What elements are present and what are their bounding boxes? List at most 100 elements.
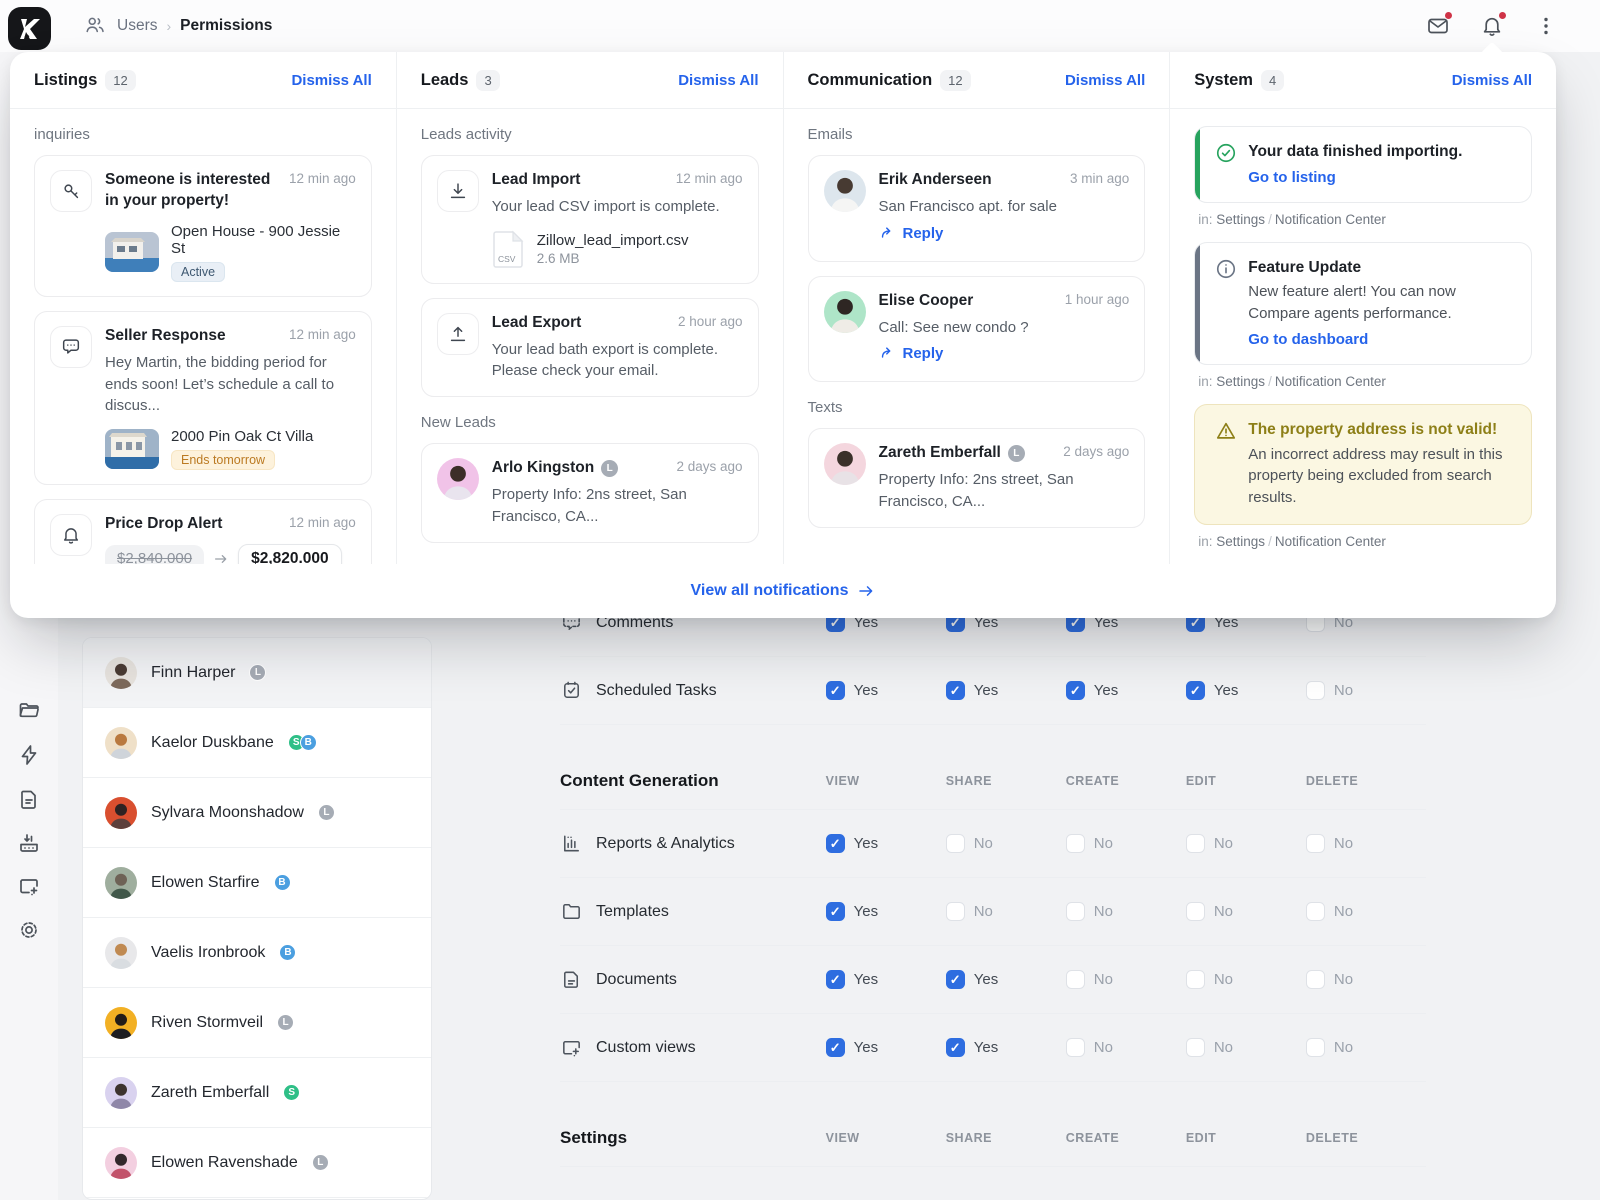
checkbox-view[interactable]	[826, 1038, 845, 1057]
avatar	[105, 1007, 137, 1039]
location-notification-center-link[interactable]: Notification Center	[1275, 534, 1386, 549]
column-title: Listings	[34, 71, 97, 90]
checkbox-edit[interactable]	[1186, 902, 1205, 921]
checkbox-share[interactable]	[946, 834, 965, 853]
go-to-dashboard-link[interactable]: Go to dashboard	[1248, 331, 1368, 348]
location-settings-link[interactable]: Settings	[1216, 374, 1265, 389]
bell-icon[interactable]	[1480, 14, 1504, 38]
notification-card-interest[interactable]: Someone is interested in your property!1…	[34, 155, 372, 297]
checkbox-view[interactable]	[826, 970, 845, 989]
dismiss-all-button[interactable]: Dismiss All	[1452, 72, 1532, 89]
column-title: Communication	[808, 71, 933, 90]
checkbox-label: Yes	[974, 682, 998, 699]
location-notification-center-link[interactable]: Notification Center	[1275, 374, 1386, 389]
import-tray-icon[interactable]	[17, 831, 41, 855]
checkbox-edit[interactable]	[1186, 1038, 1205, 1057]
user-row[interactable]: Vaelis Ironbrook B	[83, 918, 431, 988]
checkbox-edit[interactable]	[1186, 834, 1205, 853]
check-circle-icon	[1215, 141, 1237, 187]
user-name: Elowen Starfire	[151, 874, 260, 892]
checkbox-label: Yes	[1214, 682, 1238, 699]
notification-time: 12 min ago	[289, 170, 356, 186]
user-row[interactable]: Finn Harper L	[83, 638, 431, 708]
checkbox-edit[interactable]	[1186, 970, 1205, 989]
dismiss-all-button[interactable]: Dismiss All	[678, 72, 758, 89]
folder-icon[interactable]	[17, 698, 41, 722]
notification-card-email[interactable]: Elise Cooper1 hour ago Call: See new con…	[808, 276, 1146, 383]
role-badge-lead: L	[1008, 445, 1025, 462]
checkbox-create[interactable]	[1066, 970, 1085, 989]
settings-gear-icon[interactable]	[17, 918, 41, 942]
lead-name: Arlo Kingston	[492, 458, 594, 479]
notification-body: Hey Martin, the bidding period for ends …	[105, 352, 356, 417]
kebab-menu-icon[interactable]	[1534, 14, 1558, 38]
notification-body: Property Info: 2ns street, San Francisco…	[879, 469, 1130, 513]
location-settings-link[interactable]: Settings	[1216, 534, 1265, 549]
user-row[interactable]: Elowen Starfire B	[83, 848, 431, 918]
user-name: Finn Harper	[151, 664, 235, 682]
count-badge: 12	[940, 70, 970, 91]
custom-views-icon[interactable]	[17, 874, 41, 898]
count-badge: 3	[476, 70, 499, 91]
checkbox-create[interactable]	[1066, 1038, 1085, 1057]
notifications-panel: Listings 12 Dismiss All inquiries Someon…	[10, 52, 1556, 618]
user-row[interactable]: Kaelor Duskbane SB	[83, 708, 431, 778]
view-all-notifications-link[interactable]: View all notifications	[691, 582, 876, 600]
checkbox-share[interactable]	[946, 902, 965, 921]
checkbox-create[interactable]	[1066, 681, 1085, 700]
app-logo[interactable]	[8, 7, 51, 50]
reply-button[interactable]: Reply	[879, 345, 944, 362]
checkbox-create[interactable]	[1066, 902, 1085, 921]
breadcrumb-users[interactable]: Users	[117, 17, 157, 35]
checkbox-view[interactable]	[826, 681, 845, 700]
location-settings-link[interactable]: Settings	[1216, 212, 1265, 227]
download-icon	[437, 170, 479, 212]
dismiss-all-button[interactable]: Dismiss All	[291, 72, 371, 89]
checkbox-view[interactable]	[826, 834, 845, 853]
notification-card-price-drop[interactable]: Price Drop Alert12 min ago $2,840.000 $2…	[34, 499, 372, 564]
checkbox-edit[interactable]	[1186, 681, 1205, 700]
zap-icon[interactable]	[17, 743, 41, 767]
system-card-success[interactable]: Your data finished importing. Go to list…	[1194, 126, 1532, 203]
notification-card-new-lead[interactable]: Arlo KingstonL2 days ago Property Info: …	[421, 443, 759, 542]
file-size: 2.6 MB	[537, 251, 689, 266]
document-icon[interactable]	[17, 787, 41, 811]
notifications-column-listings: Listings 12 Dismiss All inquiries Someon…	[10, 52, 397, 564]
documents-icon	[560, 968, 583, 991]
checkbox-share[interactable]	[946, 1038, 965, 1057]
checkbox-delete[interactable]	[1306, 681, 1325, 700]
notification-card-lead-import[interactable]: Lead Import12 min ago Your lead CSV impo…	[421, 155, 759, 284]
user-row[interactable]: Riven Stormveil L	[83, 988, 431, 1058]
notification-card-text[interactable]: Zareth EmberfallL2 days ago Property Inf…	[808, 428, 1146, 527]
user-row[interactable]: Elowen Ravenshade L	[83, 1128, 431, 1198]
checkbox-share[interactable]	[946, 681, 965, 700]
go-to-listing-link[interactable]: Go to listing	[1248, 169, 1336, 186]
notification-card-lead-export[interactable]: Lead Export2 hour ago Your lead bath exp…	[421, 298, 759, 397]
user-row[interactable]: Sylvara Moonshadow L	[83, 778, 431, 848]
permissions-table: Comments Yes Yes Yes Yes No Scheduled Ta…	[560, 589, 1426, 1167]
email-subject: San Francisco apt. for sale	[879, 196, 1130, 218]
reply-button[interactable]: Reply	[879, 225, 944, 242]
checkbox-delete[interactable]	[1306, 902, 1325, 921]
user-row[interactable]: Zareth Emberfall S	[83, 1058, 431, 1128]
breadcrumb: Users › Permissions	[84, 0, 272, 52]
system-title: Your data finished importing.	[1248, 141, 1462, 163]
system-card-feature-update[interactable]: Feature Update New feature alert! You ca…	[1194, 242, 1532, 365]
role-badge-lead: L	[318, 804, 335, 821]
notification-card-email[interactable]: Erik Anderseen3 min ago San Francisco ap…	[808, 155, 1146, 262]
location-notification-center-link[interactable]: Notification Center	[1275, 212, 1386, 227]
dismiss-all-button[interactable]: Dismiss All	[1065, 72, 1145, 89]
mail-icon[interactable]	[1426, 14, 1450, 38]
checkbox-label: No	[974, 903, 993, 920]
checkbox-create[interactable]	[1066, 834, 1085, 853]
section-label: New Leads	[421, 414, 759, 431]
chat-icon	[50, 326, 92, 368]
checkbox-delete[interactable]	[1306, 834, 1325, 853]
checkbox-delete[interactable]	[1306, 1038, 1325, 1057]
key-icon	[50, 170, 92, 212]
notification-card-seller-response[interactable]: Seller Response12 min ago Hey Martin, th…	[34, 311, 372, 485]
checkbox-view[interactable]	[826, 902, 845, 921]
system-card-warning[interactable]: The property address is not valid! An in…	[1194, 404, 1532, 525]
checkbox-delete[interactable]	[1306, 970, 1325, 989]
checkbox-share[interactable]	[946, 970, 965, 989]
